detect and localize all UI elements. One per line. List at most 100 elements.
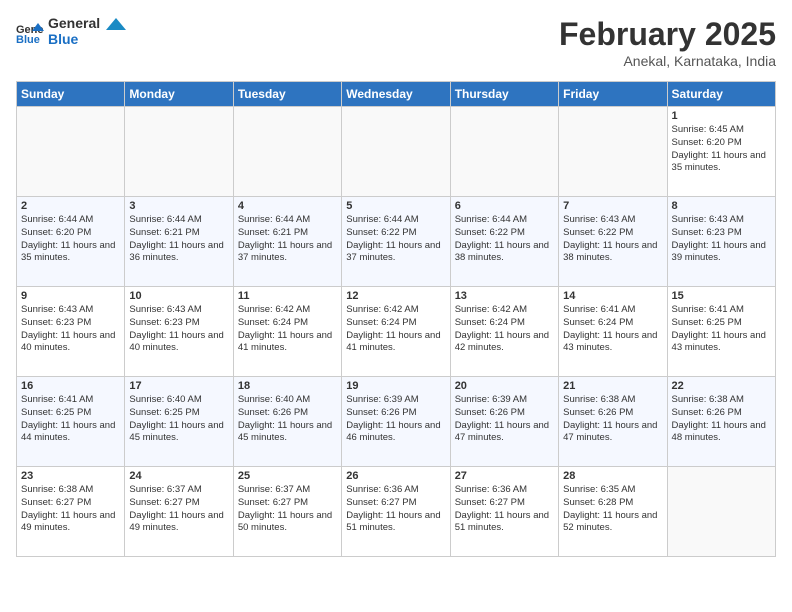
column-header-monday: Monday: [125, 82, 233, 107]
day-info: Sunrise: 6:44 AM Sunset: 6:21 PM Dayligh…: [238, 214, 337, 265]
day-info: Sunrise: 6:41 AM Sunset: 6:25 PM Dayligh…: [672, 304, 771, 355]
day-info: Sunrise: 6:45 AM Sunset: 6:20 PM Dayligh…: [672, 124, 771, 175]
calendar-week-row: 16 Sunrise: 6:41 AM Sunset: 6:25 PM Dayli…: [17, 377, 776, 467]
calendar-cell: 22 Sunrise: 6:38 AM Sunset: 6:26 PM Dayli…: [667, 377, 775, 467]
day-number: 5: [346, 200, 445, 212]
day-info: Sunrise: 6:39 AM Sunset: 6:26 PM Dayligh…: [346, 394, 445, 445]
page-header: General Blue General Blue February 2025 …: [16, 16, 776, 69]
day-info: Sunrise: 6:42 AM Sunset: 6:24 PM Dayligh…: [346, 304, 445, 355]
day-info: Sunrise: 6:43 AM Sunset: 6:23 PM Dayligh…: [21, 304, 120, 355]
day-info: Sunrise: 6:35 AM Sunset: 6:28 PM Dayligh…: [563, 484, 662, 535]
day-info: Sunrise: 6:41 AM Sunset: 6:24 PM Dayligh…: [563, 304, 662, 355]
calendar-cell: 15 Sunrise: 6:41 AM Sunset: 6:25 PM Dayli…: [667, 287, 775, 377]
day-info: Sunrise: 6:38 AM Sunset: 6:26 PM Dayligh…: [672, 394, 771, 445]
calendar-week-row: 2 Sunrise: 6:44 AM Sunset: 6:20 PM Daylig…: [17, 197, 776, 287]
day-info: Sunrise: 6:37 AM Sunset: 6:27 PM Dayligh…: [129, 484, 228, 535]
column-header-friday: Friday: [559, 82, 667, 107]
day-number: 14: [563, 290, 662, 302]
day-number: 24: [129, 470, 228, 482]
calendar-cell: 2 Sunrise: 6:44 AM Sunset: 6:20 PM Daylig…: [17, 197, 125, 287]
day-info: Sunrise: 6:36 AM Sunset: 6:27 PM Dayligh…: [455, 484, 554, 535]
calendar-cell: 10Sunrise: 6:43 AM Sunset: 6:23 PM Dayli…: [125, 287, 233, 377]
day-number: 8: [672, 200, 771, 212]
calendar-cell: 8 Sunrise: 6:43 AM Sunset: 6:23 PM Daylig…: [667, 197, 775, 287]
day-info: Sunrise: 6:37 AM Sunset: 6:27 PM Dayligh…: [238, 484, 337, 535]
column-header-tuesday: Tuesday: [233, 82, 341, 107]
day-info: Sunrise: 6:43 AM Sunset: 6:23 PM Dayligh…: [672, 214, 771, 265]
day-info: Sunrise: 6:44 AM Sunset: 6:22 PM Dayligh…: [455, 214, 554, 265]
calendar-cell: 16 Sunrise: 6:41 AM Sunset: 6:25 PM Dayli…: [17, 377, 125, 467]
svg-text:Blue: Blue: [16, 34, 40, 45]
calendar-cell: 4 Sunrise: 6:44 AM Sunset: 6:21 PM Daylig…: [233, 197, 341, 287]
day-info: Sunrise: 6:40 AM Sunset: 6:25 PM Dayligh…: [129, 394, 228, 445]
day-number: 16: [21, 380, 120, 392]
calendar-cell: 28 Sunrise: 6:35 AM Sunset: 6:28 PM Dayli…: [559, 467, 667, 557]
calendar-cell: 18 Sunrise: 6:40 AM Sunset: 6:26 PM Dayli…: [233, 377, 341, 467]
day-number: 22: [672, 380, 771, 392]
day-number: 13: [455, 290, 554, 302]
calendar-cell: 12Sunrise: 6:42 AM Sunset: 6:24 PM Dayli…: [342, 287, 450, 377]
logo: General Blue General Blue: [16, 16, 126, 49]
calendar-cell: 21Sunrise: 6:38 AM Sunset: 6:26 PM Dayli…: [559, 377, 667, 467]
day-number: 18: [238, 380, 337, 392]
day-number: 9: [21, 290, 120, 302]
day-number: 6: [455, 200, 554, 212]
day-info: Sunrise: 6:44 AM Sunset: 6:22 PM Dayligh…: [346, 214, 445, 265]
day-number: 25: [238, 470, 337, 482]
calendar-cell: 23Sunrise: 6:38 AM Sunset: 6:27 PM Dayli…: [17, 467, 125, 557]
calendar-cell: [559, 107, 667, 197]
calendar-cell: 19Sunrise: 6:39 AM Sunset: 6:26 PM Dayli…: [342, 377, 450, 467]
calendar-header-row: SundayMondayTuesdayWednesdayThursdayFrid…: [17, 82, 776, 107]
logo-general: General: [48, 15, 100, 31]
day-number: 20: [455, 380, 554, 392]
calendar-cell: [233, 107, 341, 197]
calendar-cell: 6 Sunrise: 6:44 AM Sunset: 6:22 PM Daylig…: [450, 197, 558, 287]
day-info: Sunrise: 6:39 AM Sunset: 6:26 PM Dayligh…: [455, 394, 554, 445]
day-info: Sunrise: 6:42 AM Sunset: 6:24 PM Dayligh…: [455, 304, 554, 355]
calendar-week-row: 1 Sunrise: 6:45 AM Sunset: 6:20 PM Daylig…: [17, 107, 776, 197]
logo-blue: Blue: [48, 31, 78, 47]
column-header-wednesday: Wednesday: [342, 82, 450, 107]
day-number: 2: [21, 200, 120, 212]
calendar-cell: [17, 107, 125, 197]
day-number: 3: [129, 200, 228, 212]
day-number: 17: [129, 380, 228, 392]
logo-arrow-icon: [106, 18, 126, 38]
calendar-cell: 20 Sunrise: 6:39 AM Sunset: 6:26 PM Dayli…: [450, 377, 558, 467]
day-number: 26: [346, 470, 445, 482]
calendar-cell: [450, 107, 558, 197]
day-number: 27: [455, 470, 554, 482]
calendar-cell: 11 Sunrise: 6:42 AM Sunset: 6:24 PM Dayli…: [233, 287, 341, 377]
calendar-cell: 17 Sunrise: 6:40 AM Sunset: 6:25 PM Dayli…: [125, 377, 233, 467]
day-info: Sunrise: 6:43 AM Sunset: 6:22 PM Dayligh…: [563, 214, 662, 265]
calendar-cell: [125, 107, 233, 197]
calendar-cell: 9 Sunrise: 6:43 AM Sunset: 6:23 PM Daylig…: [17, 287, 125, 377]
day-info: Sunrise: 6:40 AM Sunset: 6:26 PM Dayligh…: [238, 394, 337, 445]
day-info: Sunrise: 6:38 AM Sunset: 6:26 PM Dayligh…: [563, 394, 662, 445]
calendar-cell: 5 Sunrise: 6:44 AM Sunset: 6:22 PM Daylig…: [342, 197, 450, 287]
calendar-cell: [342, 107, 450, 197]
calendar-cell: 14 Sunrise: 6:41 AM Sunset: 6:24 PM Dayli…: [559, 287, 667, 377]
day-number: 4: [238, 200, 337, 212]
day-number: 15: [672, 290, 771, 302]
calendar-cell: 3 Sunrise: 6:44 AM Sunset: 6:21 PM Daylig…: [125, 197, 233, 287]
day-info: Sunrise: 6:41 AM Sunset: 6:25 PM Dayligh…: [21, 394, 120, 445]
day-number: 1: [672, 110, 771, 122]
day-info: Sunrise: 6:44 AM Sunset: 6:21 PM Dayligh…: [129, 214, 228, 265]
day-info: Sunrise: 6:42 AM Sunset: 6:24 PM Dayligh…: [238, 304, 337, 355]
day-number: 28: [563, 470, 662, 482]
day-info: Sunrise: 6:44 AM Sunset: 6:20 PM Dayligh…: [21, 214, 120, 265]
day-number: 11: [238, 290, 337, 302]
calendar-week-row: 9 Sunrise: 6:43 AM Sunset: 6:23 PM Daylig…: [17, 287, 776, 377]
calendar-cell: 26Sunrise: 6:36 AM Sunset: 6:27 PM Dayli…: [342, 467, 450, 557]
calendar-cell: 7 Sunrise: 6:43 AM Sunset: 6:22 PM Daylig…: [559, 197, 667, 287]
day-number: 10: [129, 290, 228, 302]
logo-icon: General Blue: [16, 21, 44, 45]
column-header-sunday: Sunday: [17, 82, 125, 107]
column-header-thursday: Thursday: [450, 82, 558, 107]
day-number: 7: [563, 200, 662, 212]
calendar-cell: 1 Sunrise: 6:45 AM Sunset: 6:20 PM Daylig…: [667, 107, 775, 197]
calendar-week-row: 23Sunrise: 6:38 AM Sunset: 6:27 PM Dayli…: [17, 467, 776, 557]
calendar-subtitle: Anekal, Karnataka, India: [559, 53, 776, 69]
calendar-cell: [667, 467, 775, 557]
